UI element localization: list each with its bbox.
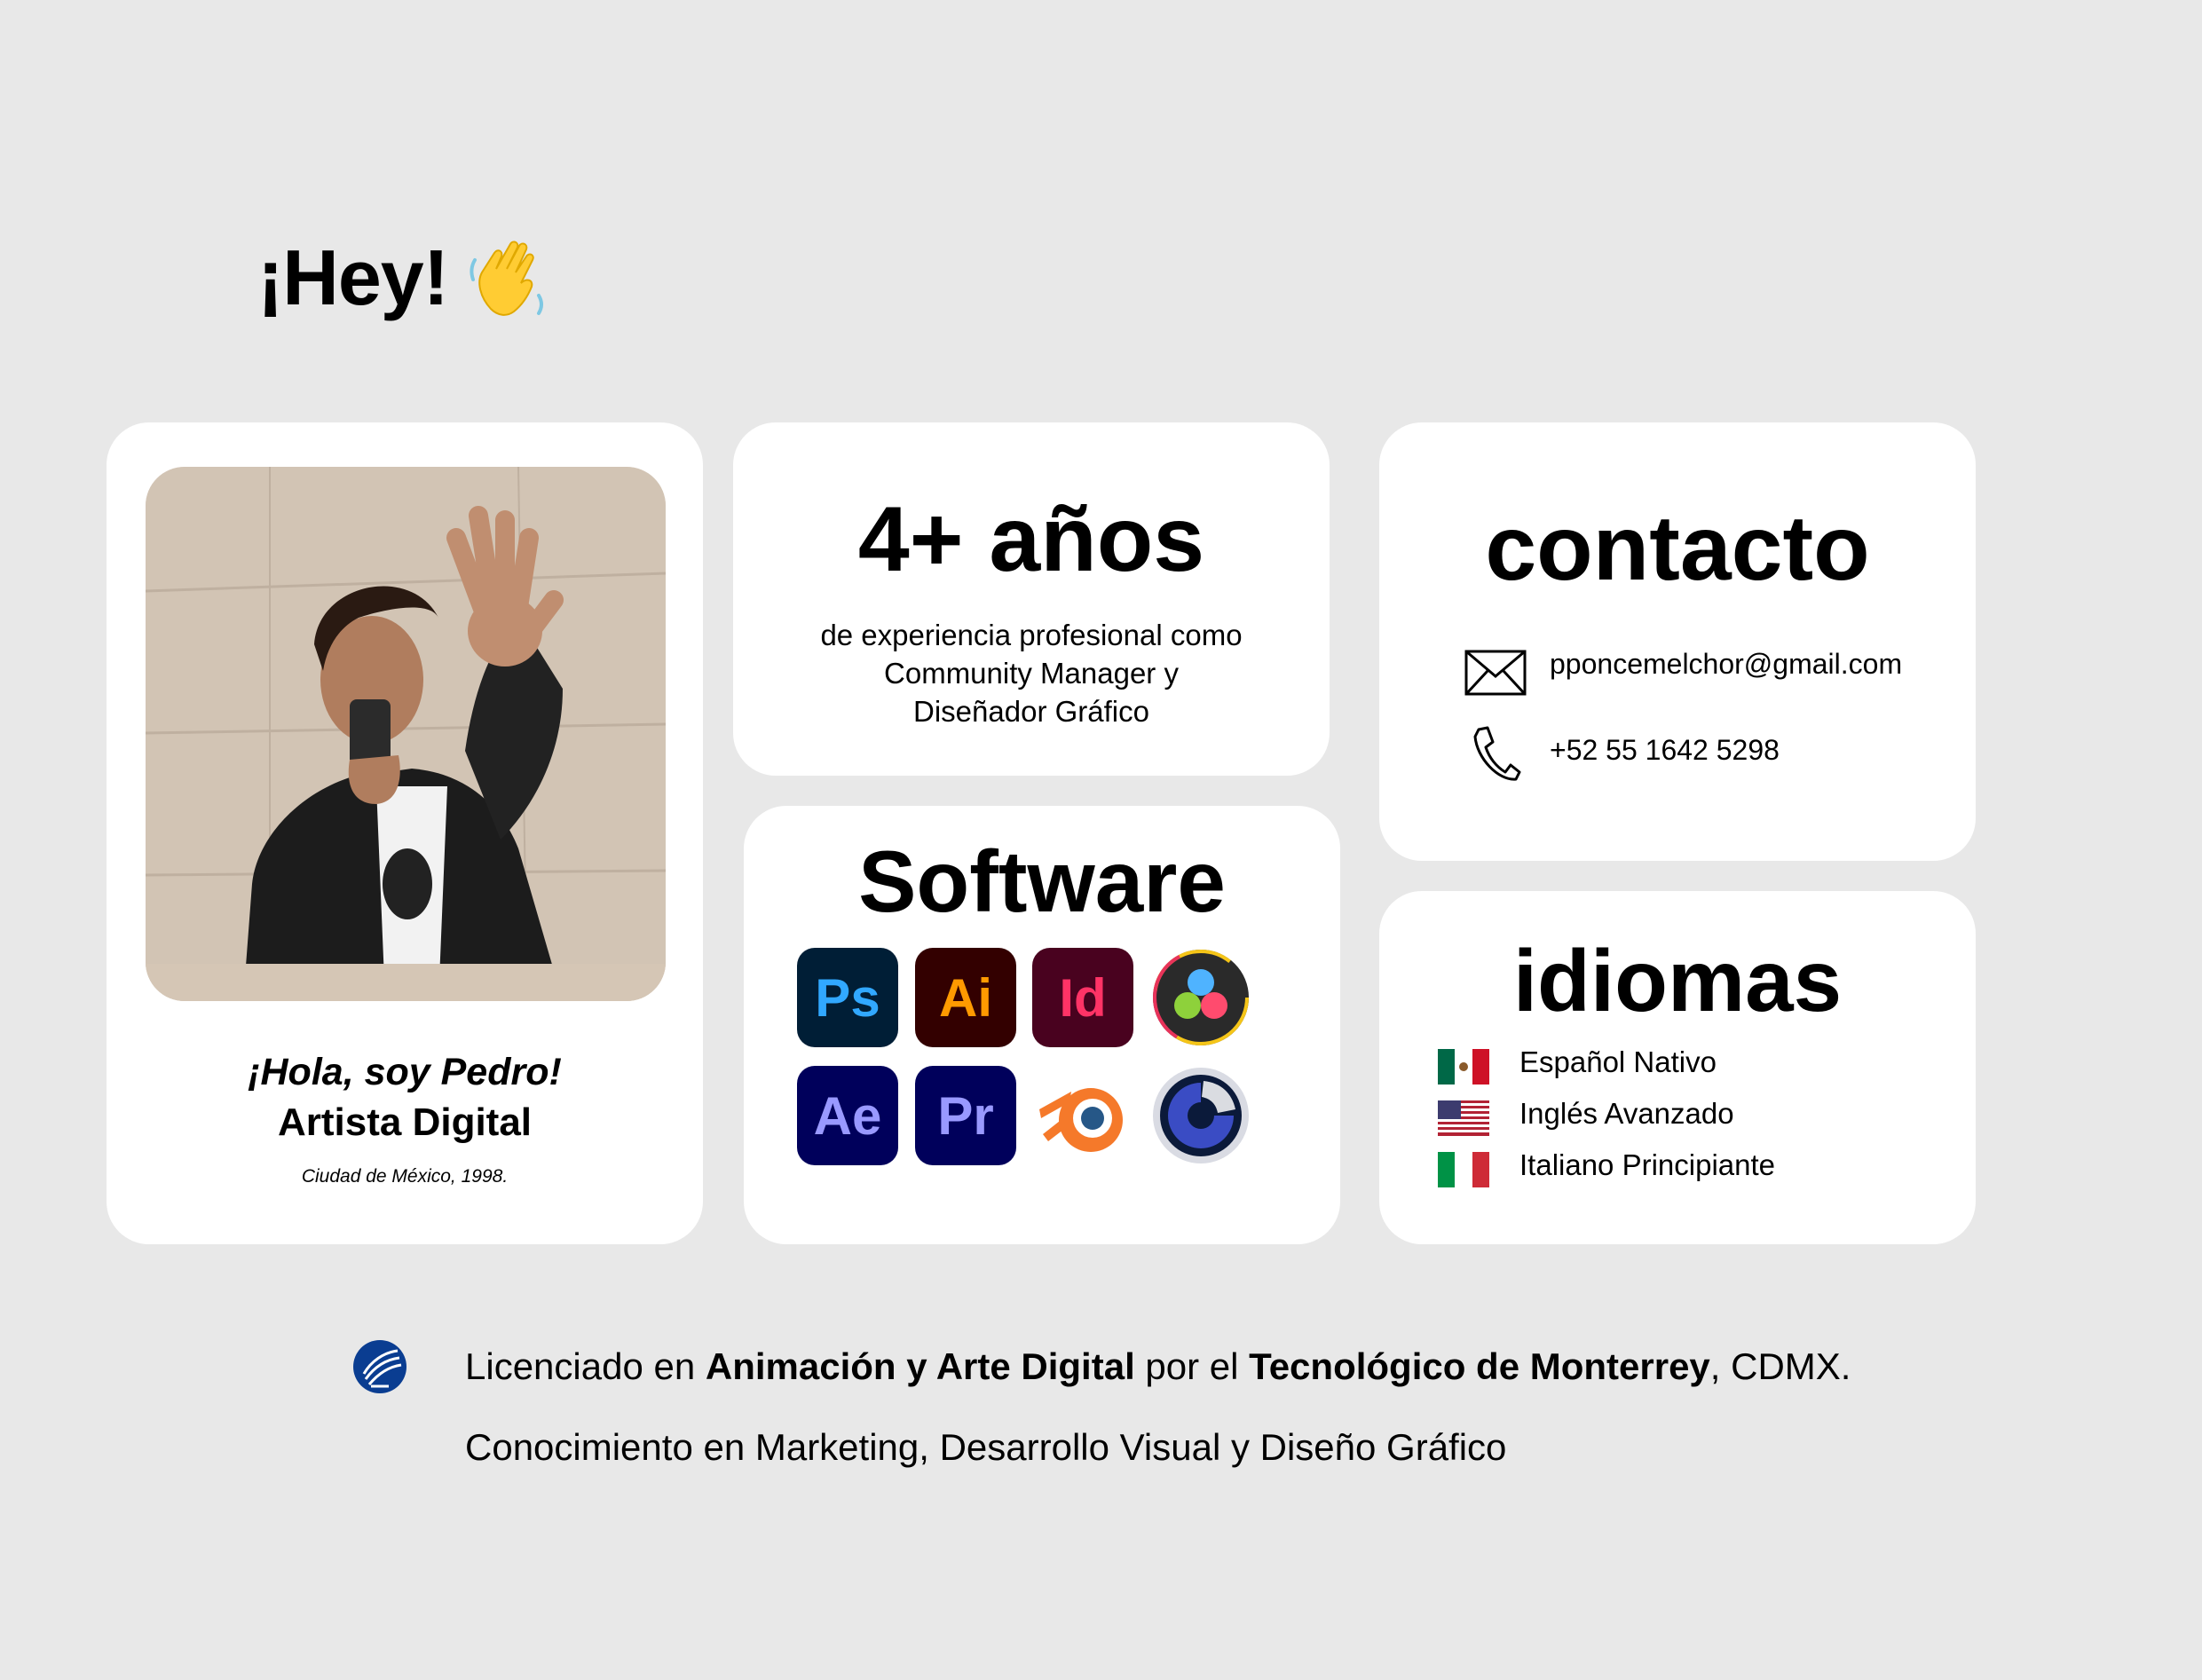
premiere-label: Pr <box>937 1085 994 1146</box>
education-middle: por el <box>1134 1345 1250 1387</box>
photoshop-icon: Ps <box>797 948 898 1047</box>
profile-greeting: ¡Hola, soy Pedro! <box>248 1051 562 1093</box>
profile-role: Artista Digital <box>277 1100 533 1144</box>
premiere-icon: Pr <box>915 1066 1016 1165</box>
after-effects-label: Ae <box>813 1085 882 1146</box>
education-degree: Animación y Arte Digital <box>705 1345 1135 1387</box>
usa-flag-icon <box>1438 1100 1489 1136</box>
waving-hand-icon <box>470 241 544 316</box>
phone-icon <box>1473 726 1521 781</box>
software-title: Software <box>858 832 1226 930</box>
languages-title: idiomas <box>1512 932 1843 1029</box>
language-item: Inglés Avanzado <box>1519 1097 1734 1130</box>
language-item: Italiano Principiante <box>1519 1148 1776 1181</box>
experience-line: de experiencia profesional como <box>820 619 1243 651</box>
hey-heading: ¡Hey! <box>257 233 553 323</box>
education-school: Tecnológico de Monterrey <box>1249 1345 1710 1387</box>
indesign-label: Id <box>1059 967 1107 1028</box>
education-line: Licenciado en Animación y Arte Digital p… <box>465 1345 1851 1388</box>
cinema4d-icon <box>1150 1066 1251 1165</box>
experience-years: 4+ años <box>857 488 1205 591</box>
language-item: Español Nativo <box>1519 1045 1717 1078</box>
tec-monterrey-logo-icon <box>353 1340 406 1393</box>
profile-card: ¡Hola, soy Pedro! Artista Digital Ciudad… <box>107 422 703 1244</box>
experience-description: de experiencia profesional como Communit… <box>786 616 1276 730</box>
profile-photo <box>146 467 666 1001</box>
contact-title: contacto <box>1485 497 1870 600</box>
davinci-resolve-icon <box>1150 948 1251 1047</box>
illustrator-icon: Ai <box>915 948 1016 1047</box>
software-card: Software Ps Ai Id Ae Pr <box>744 806 1340 1244</box>
italy-flag-icon <box>1438 1152 1489 1187</box>
illustrator-label: Ai <box>939 967 992 1028</box>
after-effects-icon: Ae <box>797 1066 898 1165</box>
blender-icon <box>1032 1066 1133 1165</box>
photoshop-label: Ps <box>815 967 880 1028</box>
experience-card: 4+ años de experiencia profesional como … <box>733 422 1330 776</box>
education-prefix: Licenciado en <box>465 1345 706 1387</box>
experience-line: Community Manager y <box>884 657 1179 690</box>
mail-icon <box>1464 650 1527 696</box>
email-link[interactable]: pponcemelchor@gmail.com <box>1550 648 1902 681</box>
education-suffix: , CDMX. <box>1709 1345 1851 1387</box>
mexico-flag-icon <box>1438 1049 1489 1085</box>
hey-text: ¡Hey! <box>257 233 449 321</box>
indesign-icon: Id <box>1032 948 1133 1047</box>
languages-card: idiomas Español Nativo Inglés Avanzado I… <box>1379 891 1976 1244</box>
experience-line: Diseñador Gráfico <box>913 695 1149 728</box>
skills-line: Conocimiento en Marketing, Desarrollo Vi… <box>465 1426 1507 1468</box>
profile-origin: Ciudad de México, 1998. <box>301 1166 509 1187</box>
phone-link[interactable]: +52 55 1642 5298 <box>1550 734 1780 767</box>
contact-card: contacto pponcemelchor@gmail.com +52 55 … <box>1379 422 1976 861</box>
